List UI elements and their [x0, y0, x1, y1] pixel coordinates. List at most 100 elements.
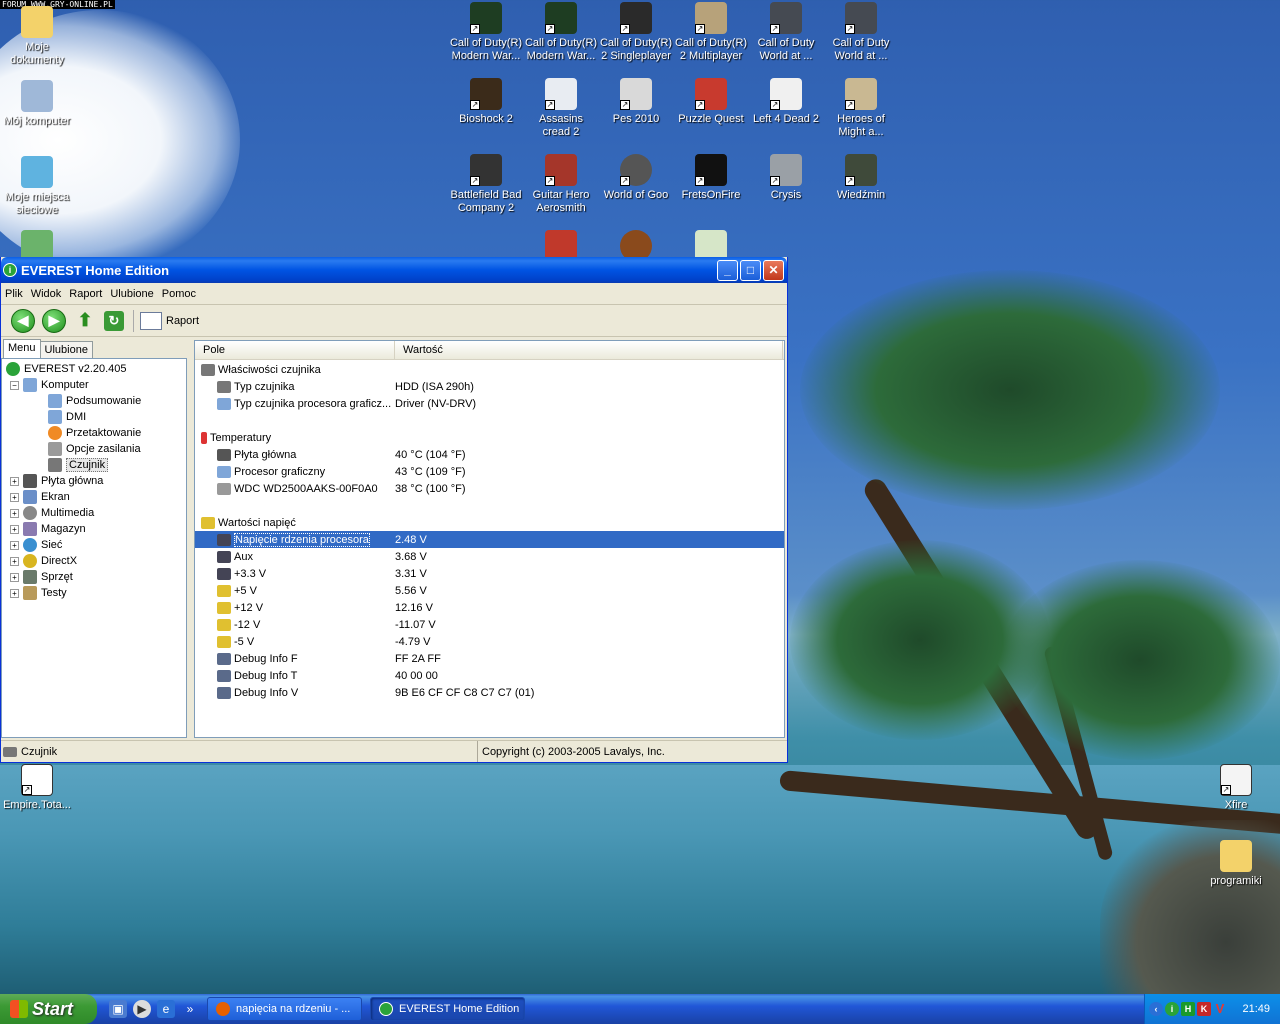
desktop-icon-game[interactable]: ↗ Puzzle Quest	[674, 78, 748, 126]
menu-plik[interactable]: Plik	[1, 288, 27, 300]
list-item[interactable]: Procesor graficzny 43 °C (109 °F)	[195, 463, 784, 480]
list-item[interactable]: -5 V -4.79 V	[195, 633, 784, 650]
tree-item-display[interactable]: + Ekran	[2, 489, 186, 505]
tree-item-summary[interactable]: Podsumowanie	[2, 393, 186, 409]
desktop-icon-game[interactable]: ↗ Call of Duty(R) 2 Multiplayer	[674, 2, 748, 63]
tree-item-directx[interactable]: + DirectX	[2, 553, 186, 569]
expand-icon[interactable]: +	[10, 524, 19, 534]
minimize-button[interactable]: _	[717, 259, 738, 281]
list-item[interactable]: Typ czujnika procesora graficz... Driver…	[195, 395, 784, 412]
list-item[interactable]: Debug Info F FF 2A FF	[195, 650, 784, 667]
expand-icon[interactable]: +	[10, 492, 19, 502]
tree-item-computer[interactable]: − Komputer	[2, 377, 186, 393]
desktop-icon-game[interactable]: ↗ World of Goo	[599, 154, 673, 202]
tray-antivirus-icon[interactable]: V	[1213, 1002, 1227, 1016]
desktop-icon-my-computer[interactable]: Mój komputer	[0, 80, 74, 128]
desktop-icon-game[interactable]: ↗ FretsOnFire	[674, 154, 748, 202]
internet-explorer-icon[interactable]: e	[157, 1000, 175, 1018]
desktop-icon-empire[interactable]: ↗ Empire.Tota...	[0, 764, 74, 812]
desktop-icon-game[interactable]: ↗ Assasins cread 2	[524, 78, 598, 139]
desktop-icon-game[interactable]: ↗ Call of Duty World at ...	[824, 2, 898, 63]
tab-menu[interactable]: Menu	[3, 339, 41, 358]
menu-pomoc[interactable]: Pomoc	[158, 288, 200, 300]
list-item[interactable]: +3.3 V 3.31 V	[195, 565, 784, 582]
desktop-icon-game[interactable]: ↗ Left 4 Dead 2	[749, 78, 823, 126]
menu-widok[interactable]: Widok	[27, 288, 66, 300]
desktop-icon-game[interactable]: ↗ Pes 2010	[599, 78, 673, 126]
expand-icon[interactable]: +	[10, 476, 19, 486]
tree-item-storage[interactable]: + Magazyn	[2, 521, 186, 537]
expand-icon[interactable]: +	[10, 508, 19, 518]
tree-item-multimedia[interactable]: + Multimedia	[2, 505, 186, 521]
desktop-icon-game[interactable]: ↗ Battlefield Bad Company 2	[449, 154, 523, 215]
show-desktop-icon[interactable]: ▣	[109, 1000, 127, 1018]
list-item[interactable]: Debug Info V 9B E6 CF CF C8 C7 C7 (01)	[195, 684, 784, 701]
desktop-icon-network-places[interactable]: Moje miejsca sieciowe	[0, 156, 74, 217]
desktop-icon-game[interactable]: ↗ Call of Duty(R) Modern War...	[449, 2, 523, 63]
back-arrow-icon[interactable]: ◀	[11, 308, 35, 333]
folder-icon	[1220, 840, 1252, 872]
tray-collapse-icon[interactable]: ‹	[1149, 1002, 1163, 1016]
tree-item-tests[interactable]: + Testy	[2, 585, 186, 601]
list-item[interactable]: Debug Info T 40 00 00	[195, 667, 784, 684]
desktop-icon-label: Moje miejsca sieciowe	[4, 191, 70, 216]
report-button[interactable]: Raport	[140, 311, 199, 330]
list-item[interactable]: -12 V -11.07 V	[195, 616, 784, 633]
tab-ulubione[interactable]: Ulubione	[39, 341, 93, 358]
list-item[interactable]: Aux 3.68 V	[195, 548, 784, 565]
desktop-icon-xfire[interactable]: ↗ Xfire	[1199, 764, 1273, 812]
tree-item-power[interactable]: Opcje zasilania	[2, 441, 186, 457]
tree-item-overclock[interactable]: Przetaktowanie	[2, 425, 186, 441]
list-item[interactable]: +5 V 5.56 V	[195, 582, 784, 599]
desktop-icon-game[interactable]: ↗ Call of Duty(R) Modern War...	[524, 2, 598, 63]
list-item[interactable]: WDC WD2500AAKS-00F0A0 38 °C (100 °F)	[195, 480, 784, 497]
tray-h-icon[interactable]: H	[1181, 1002, 1195, 1016]
clock[interactable]: 21:49	[1242, 1003, 1270, 1015]
desktop-icon-game[interactable]: ↗ Heroes of Might a...	[824, 78, 898, 139]
desktop-icon-programiki[interactable]: programiki	[1199, 840, 1273, 888]
desktop-icon-game[interactable]: ↗ Wiedźmin	[824, 154, 898, 202]
list-item[interactable]: Płyta główna 40 °C (104 °F)	[195, 446, 784, 463]
start-button[interactable]: Start	[0, 994, 97, 1024]
forward-arrow-icon[interactable]: ▶	[42, 308, 66, 333]
everest-tray-icon[interactable]: i	[1165, 1002, 1179, 1016]
tree-item-motherboard[interactable]: + Płyta główna	[2, 473, 186, 489]
tree-item-hardware[interactable]: + Sprzęt	[2, 569, 186, 585]
expand-icon[interactable]: +	[10, 556, 19, 566]
media-player-icon[interactable]: ▶	[133, 1000, 151, 1018]
desktop-icon-game[interactable]: ↗ Call of Duty World at ...	[749, 2, 823, 63]
column-header-value[interactable]: Wartość	[395, 341, 783, 359]
list-item-selected[interactable]: Napięcie rdzenia procesora 2.48 V	[195, 531, 784, 548]
tree-item-root[interactable]: EVEREST v2.20.405	[2, 361, 186, 377]
list-item[interactable]: Typ czujnika HDD (ISA 290h)	[195, 378, 784, 395]
report-icon	[140, 311, 162, 330]
taskbar-task-firefox[interactable]: napięcia na rdzeniu - ...	[207, 997, 362, 1021]
column-header-field[interactable]: Pole	[195, 341, 395, 359]
tree-item-dmi[interactable]: DMI	[2, 409, 186, 425]
expand-icon[interactable]: +	[10, 572, 19, 582]
window-titlebar[interactable]: i EVEREST Home Edition _ □ ✕	[1, 257, 787, 283]
desktop-icon-game[interactable]: ↗ Bioshock 2	[449, 78, 523, 126]
desktop-icon-game[interactable]: ↗ Crysis	[749, 154, 823, 202]
refresh-icon[interactable]: ↻	[104, 310, 124, 331]
up-folder-icon[interactable]: ⬆	[73, 309, 97, 333]
tray-k-icon[interactable]: K	[1197, 1002, 1211, 1016]
hard-drive-icon	[217, 482, 231, 495]
list-item[interactable]: +12 V 12.16 V	[195, 599, 784, 616]
motherboard-icon	[23, 474, 37, 488]
expand-icon[interactable]: +	[10, 540, 19, 550]
maximize-button[interactable]: □	[740, 259, 761, 281]
taskbar-task-everest[interactable]: EVEREST Home Edition	[370, 997, 525, 1021]
tree-item-network[interactable]: + Sieć	[2, 537, 186, 553]
debug-chip-icon	[217, 669, 231, 682]
close-button[interactable]: ✕	[763, 259, 784, 281]
menu-raport[interactable]: Raport	[65, 288, 106, 300]
desktop-icon-game[interactable]: ↗ Guitar Hero Aerosmith	[524, 154, 598, 215]
chevron-right-icon[interactable]: »	[181, 1000, 199, 1018]
menu-ulubione[interactable]: Ulubione	[106, 288, 157, 300]
expand-icon[interactable]: +	[10, 588, 19, 598]
desktop-icon-my-documents[interactable]: Moje dokumenty	[0, 6, 74, 67]
tree-item-sensor[interactable]: Czujnik	[2, 457, 186, 473]
desktop-icon-game[interactable]: ↗ Call of Duty(R) 2 Singleplayer	[599, 2, 673, 63]
collapse-icon[interactable]: −	[10, 380, 19, 390]
